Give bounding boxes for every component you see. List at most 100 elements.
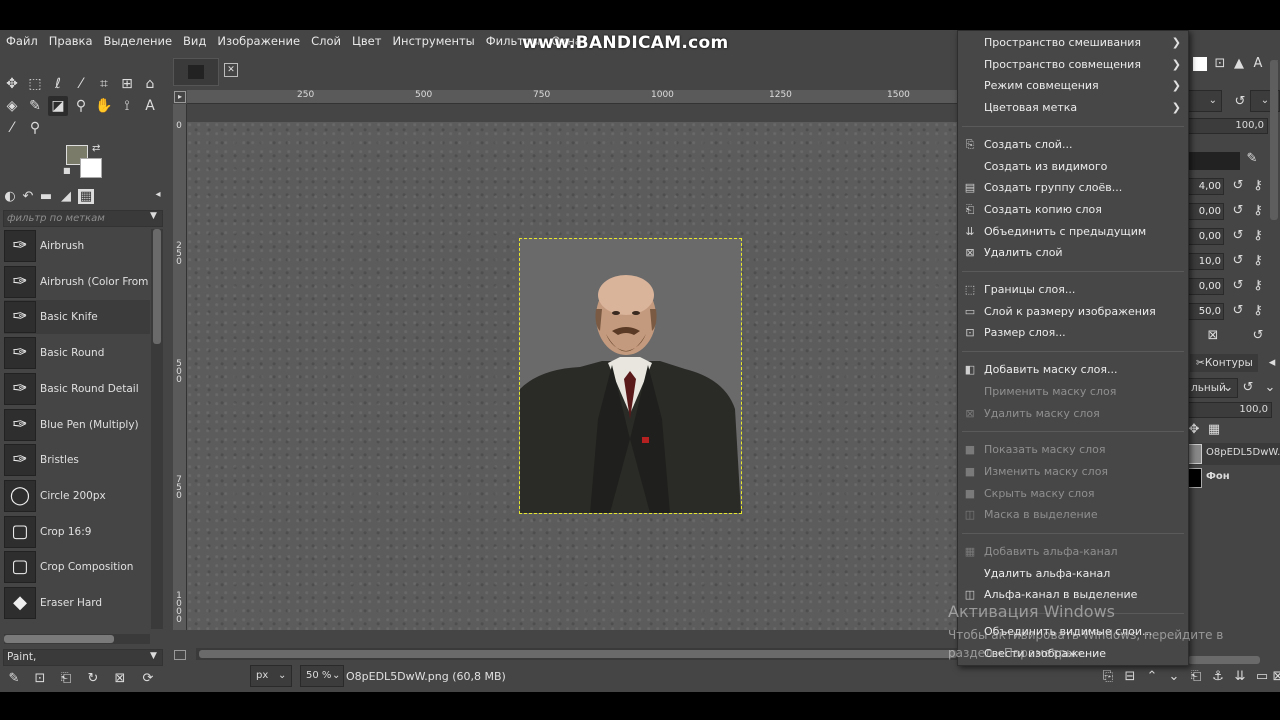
size-field[interactable]: 4,00 bbox=[1188, 178, 1224, 195]
reset-icon[interactable]: ↺ bbox=[1230, 253, 1246, 268]
menu-item[interactable]: Изображение bbox=[217, 34, 300, 48]
smudge-icon[interactable]: ✋ bbox=[94, 96, 114, 116]
brush-item[interactable]: ✑ Basic Knife bbox=[4, 300, 150, 335]
layer-row[interactable]: Фон bbox=[1188, 467, 1280, 489]
undo-history-tab-icon[interactable]: ↶ bbox=[20, 189, 36, 204]
context-menu-item[interactable]: ⎘ Создать слой... bbox=[957, 134, 1189, 155]
color-picker-icon[interactable]: ⁄ bbox=[2, 118, 22, 138]
new-group-icon[interactable]: ⊟ bbox=[1122, 669, 1138, 684]
link-icon[interactable]: ⚷ bbox=[1250, 178, 1266, 193]
menu-item[interactable]: Слой bbox=[311, 34, 341, 48]
menu-item[interactable]: Выделение bbox=[104, 34, 173, 48]
opacity-top-field[interactable]: 100,0 bbox=[1188, 118, 1268, 134]
brush-item[interactable]: ◯ Circle 200px bbox=[4, 479, 150, 513]
brushes-tab-icon[interactable]: ◐ bbox=[2, 189, 18, 204]
reset-colors-icon[interactable]: ■ bbox=[63, 166, 71, 175]
reset-icon[interactable]: ↺ bbox=[1230, 303, 1246, 318]
brush-item[interactable]: ✑ Basic Round Detail bbox=[4, 372, 150, 406]
mode-select[interactable]: ⌄ bbox=[1188, 90, 1222, 112]
clone-icon[interactable]: ⚲ bbox=[71, 96, 91, 116]
reset-icon[interactable]: ↺ bbox=[1240, 380, 1256, 395]
new-layer-icon[interactable]: ⎘ bbox=[1100, 669, 1116, 684]
chevron-down-icon[interactable]: ⌄ bbox=[332, 670, 340, 681]
context-menu-item[interactable]: Пространство смешивания ❯ bbox=[957, 32, 1189, 53]
reset-icon[interactable]: ↺ bbox=[1250, 328, 1266, 343]
portrait-image[interactable] bbox=[519, 238, 742, 514]
lower-layer-icon[interactable]: ⌄ bbox=[1166, 669, 1182, 684]
link-icon[interactable]: ⚷ bbox=[1250, 303, 1266, 318]
refresh-brushes-icon[interactable]: ⟳ bbox=[140, 671, 156, 686]
move-tool-icon[interactable]: ✥ bbox=[2, 74, 22, 94]
angle-field[interactable]: 0,00 bbox=[1188, 228, 1224, 245]
context-menu-item[interactable]: ⇊ Объединить с предыдущим bbox=[957, 221, 1189, 242]
paint-mode-select[interactable]: Paint, bbox=[3, 649, 163, 666]
chevron-down-icon[interactable]: ⌄ bbox=[1262, 380, 1278, 395]
white-swatch-icon[interactable] bbox=[1193, 57, 1207, 71]
patterns-tab-icon[interactable]: ▬ bbox=[38, 189, 54, 204]
crop-icon[interactable]: ⌗ bbox=[94, 74, 114, 94]
menu-item[interactable]: Правка bbox=[49, 34, 93, 48]
refresh-icon[interactable]: ↻ bbox=[85, 671, 101, 686]
context-menu-item[interactable]: ▭ Слой к размеру изображения bbox=[957, 301, 1189, 322]
delete-layer-icon[interactable]: ⊠ bbox=[1270, 669, 1280, 684]
chevron-down-icon[interactable]: ▼ bbox=[150, 651, 157, 661]
reset-icon[interactable]: ↺ bbox=[1232, 94, 1248, 109]
aspect-field[interactable]: 0,00 bbox=[1188, 203, 1224, 220]
brush-hscrollbar-thumb[interactable] bbox=[4, 635, 114, 643]
zoom-icon[interactable]: ⚲ bbox=[25, 118, 45, 138]
lasso-icon[interactable]: ℓ bbox=[48, 74, 68, 94]
reset-icon[interactable]: ↺ bbox=[1230, 278, 1246, 293]
layer-row[interactable]: O8pEDL5DwW.p bbox=[1188, 443, 1280, 465]
link-icon[interactable]: ⚷ bbox=[1250, 278, 1266, 293]
context-menu-item[interactable]: Создать из видимого bbox=[957, 156, 1189, 177]
mask-icon[interactable]: ▭ bbox=[1254, 669, 1270, 684]
brush-item[interactable]: ▢ Crop 16:9 bbox=[4, 515, 150, 549]
chevron-down-icon[interactable]: ▼ bbox=[150, 211, 157, 221]
transform-icon[interactable]: ⊞ bbox=[117, 74, 137, 94]
context-menu-item[interactable]: ⊡ Размер слоя... bbox=[957, 322, 1189, 343]
brush-item[interactable]: ✑ Blue Pen (Multiply) bbox=[4, 408, 150, 442]
context-menu-item[interactable]: ▤ Создать группу слоёв... bbox=[957, 177, 1189, 198]
edit-brush-icon[interactable]: ✎ bbox=[6, 671, 22, 686]
menu-item[interactable]: Вид bbox=[183, 34, 206, 48]
dock-menu-icon[interactable]: ◂ bbox=[1264, 355, 1280, 370]
brush-item[interactable]: ✑ Airbrush (Color From Gra bbox=[4, 265, 150, 299]
link-icon[interactable]: ⚷ bbox=[1250, 253, 1266, 268]
merge-icon[interactable]: ⇊ bbox=[1232, 669, 1248, 684]
navigate-icon[interactable] bbox=[174, 650, 186, 660]
context-menu-item[interactable]: Режим совмещения ❯ bbox=[957, 75, 1189, 96]
brush-item[interactable]: ✑ Basic Round bbox=[4, 336, 150, 370]
brush-tab-icon[interactable]: ◢ bbox=[58, 189, 74, 204]
rect-select-icon[interactable]: ⬚ bbox=[25, 74, 45, 94]
bucket-fill-icon[interactable]: ◈ bbox=[2, 96, 22, 116]
menu-item[interactable]: Инструменты bbox=[392, 34, 474, 48]
quick-mask-toggle-icon[interactable]: ▸ bbox=[174, 91, 186, 103]
paintbrush-icon[interactable]: ✎ bbox=[25, 96, 45, 116]
reset-icon[interactable]: ↺ bbox=[1230, 178, 1246, 193]
brush-tag-filter[interactable]: фильтр по меткам bbox=[3, 210, 163, 227]
reset-icon[interactable]: ↺ bbox=[1230, 203, 1246, 218]
spacing-field[interactable]: 10,0 bbox=[1188, 253, 1224, 270]
close-icon[interactable]: ⊠ bbox=[1205, 328, 1221, 343]
tab-paths[interactable]: ✂Контуры bbox=[1190, 354, 1258, 372]
brush-item[interactable]: ◆ Eraser Hard bbox=[4, 586, 150, 620]
paths-icon[interactable]: ⟟ bbox=[117, 96, 137, 116]
warp-icon[interactable]: ⌂ bbox=[140, 74, 160, 94]
swap-colors-icon[interactable]: ⇄ bbox=[92, 143, 100, 154]
brush-item[interactable]: ✑ Airbrush bbox=[4, 229, 150, 263]
duplicate-layer-icon[interactable]: ⎗ bbox=[1188, 669, 1204, 684]
menu-item[interactable]: Файл bbox=[6, 34, 38, 48]
image-tab[interactable] bbox=[173, 58, 219, 86]
eraser-icon[interactable]: ◪ bbox=[48, 96, 68, 116]
anchor-icon[interactable]: ⚓ bbox=[1210, 669, 1226, 684]
canvas-hscrollbar-thumb[interactable] bbox=[199, 650, 957, 658]
pattern-icon[interactable]: ⊡ bbox=[1212, 56, 1228, 71]
fuzzy-select-icon[interactable]: ⁄ bbox=[71, 74, 91, 94]
force-field[interactable]: 50,0 bbox=[1188, 303, 1224, 320]
gradients-tab-icon[interactable]: ▦ bbox=[78, 189, 94, 204]
lock-alpha-icon[interactable]: ▦ bbox=[1206, 422, 1222, 437]
context-menu-item[interactable]: ⎗ Создать копию слоя bbox=[957, 199, 1189, 220]
link-icon[interactable]: ⚷ bbox=[1250, 203, 1266, 218]
text-tool-icon[interactable]: A bbox=[140, 96, 160, 116]
edit-icon[interactable]: ✎ bbox=[1244, 151, 1260, 166]
